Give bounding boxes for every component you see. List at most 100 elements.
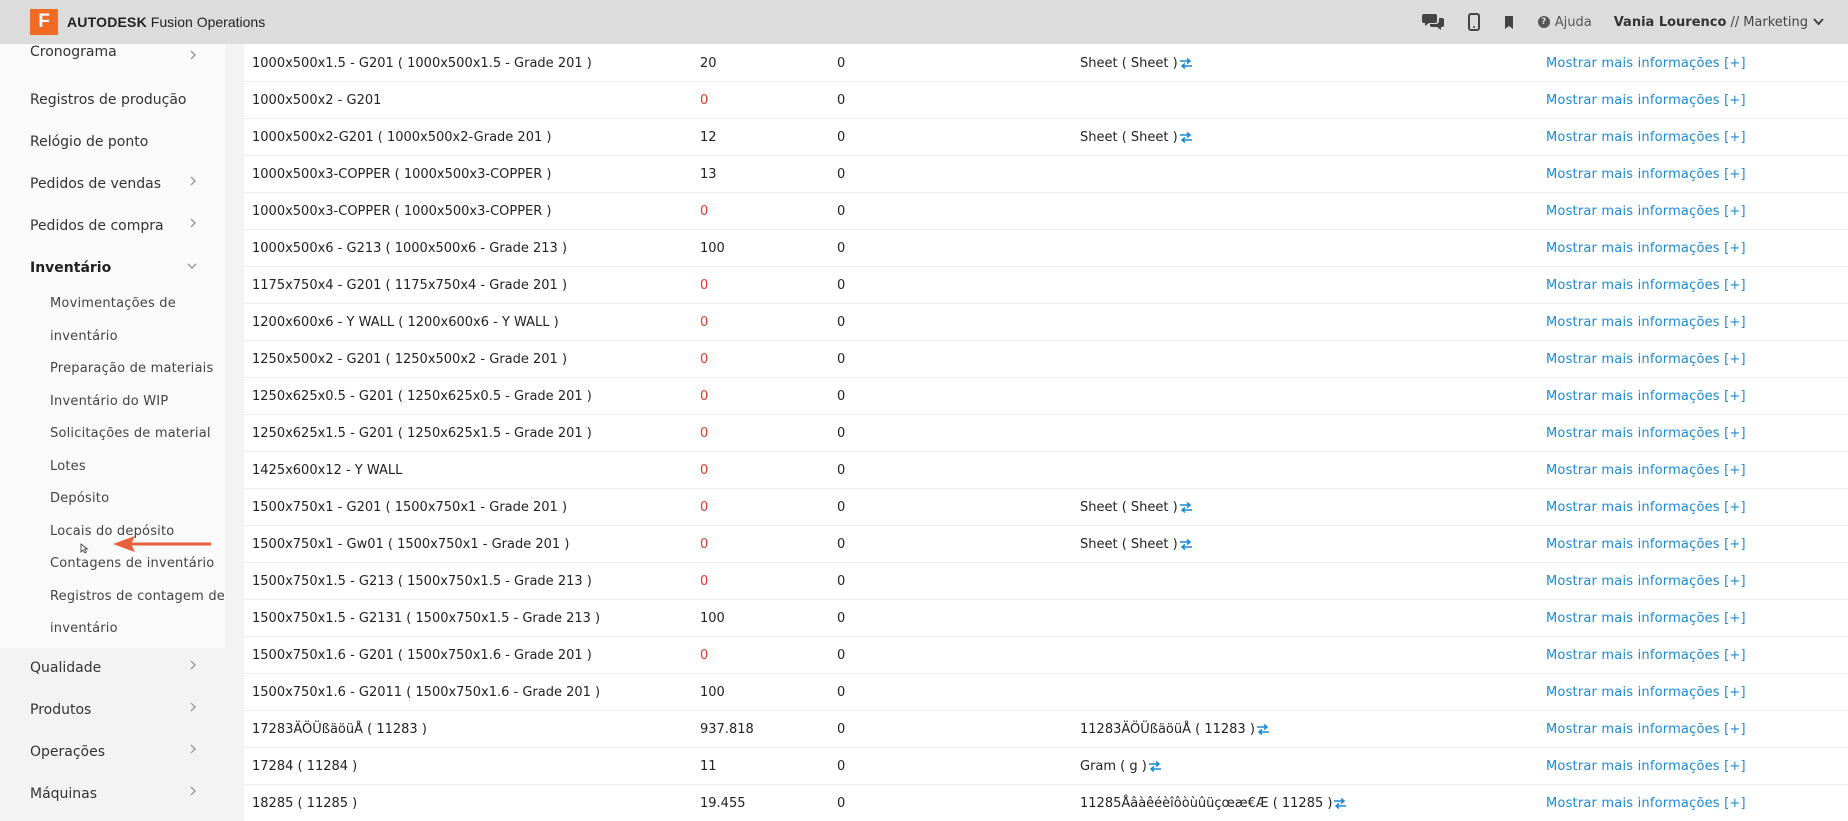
item-name: 1175x750x4 - G201 ( 1175x750x4 - Grade 2… (252, 278, 568, 293)
sidebar-item-pedidos-compra[interactable]: Pedidos de compra (0, 205, 225, 247)
unit-label: 11285Åâàêéèîôòùûüçœæ€Æ ( 11285 ) (1080, 796, 1333, 811)
sidebar-subitem-registros-contagem[interactable]: Registros de contagem de (50, 589, 225, 604)
sidebar-item-label: Produtos (30, 702, 92, 718)
table-row: 1250x625x0.5 - G201 ( 1250x625x0.5 - Gra… (244, 378, 1848, 415)
sidebar-subitem-wip[interactable]: Inventário do WIP (50, 394, 168, 409)
unit-label: Sheet ( Sheet ) (1080, 56, 1178, 71)
table-row: 1425x600x12 - Y WALL 0 0 Mostrar mais infor… (244, 452, 1848, 489)
item-name: 1500x750x1 - Gw01 ( 1500x750x1 - Grade 2… (252, 537, 570, 552)
show-more-info-link[interactable]: Mostrar mais informações [+] (1546, 674, 1746, 711)
unit-convert-icon[interactable] (1148, 761, 1162, 772)
help-link[interactable]: ? Ajuda (1537, 15, 1592, 30)
show-more-info-link[interactable]: Mostrar mais informações [+] (1546, 526, 1746, 563)
item-name: 1000x500x6 - G213 ( 1000x500x6 - Grade 2… (252, 241, 568, 256)
item-name: 1200x600x6 - Y WALL ( 1200x600x6 - Y WAL… (252, 315, 559, 330)
unit-convert-icon[interactable] (1179, 539, 1193, 550)
item-reserved: 0 (837, 130, 846, 145)
chevron-right-icon (190, 744, 196, 754)
unit-label: Gram ( g ) (1080, 759, 1147, 774)
table-row: 1000x500x2-G201 ( 1000x500x2-Grade 201 )… (244, 119, 1848, 156)
sidebar-item-inventario[interactable]: Inventário (0, 247, 225, 289)
item-name: 17284 ( 11284 ) (252, 759, 358, 774)
show-more-info-link[interactable]: Mostrar mais informações [+] (1546, 489, 1746, 526)
item-reserved: 0 (837, 685, 846, 700)
product-name: Fusion Operations (150, 14, 266, 30)
header-actions: ? Ajuda Vania Lourenco // Marketing (1421, 0, 1824, 44)
item-quantity: 0 (700, 352, 709, 367)
unit-convert-icon[interactable] (1179, 58, 1193, 69)
mouse-cursor-icon (80, 543, 89, 554)
item-reserved: 0 (837, 722, 846, 737)
sidebar-item-cronograma[interactable]: Cronograma (0, 44, 225, 72)
show-more-info-link[interactable]: Mostrar mais informações [+] (1546, 600, 1746, 637)
mobile-icon[interactable] (1467, 13, 1480, 31)
app-logo[interactable]: F AUTODESK Fusion Operations (30, 9, 265, 35)
show-more-info-link[interactable]: Mostrar mais informações [+] (1546, 452, 1746, 489)
annotation-arrow-icon (113, 536, 211, 552)
table-row: 1500x750x1.5 - G2131 ( 1500x750x1.5 - Gr… (244, 600, 1848, 637)
unit-label: Sheet ( Sheet ) (1080, 500, 1178, 515)
show-more-info-link[interactable]: Mostrar mais informações [+] (1546, 637, 1746, 674)
sidebar-item-pedidos-vendas[interactable]: Pedidos de vendas (0, 163, 225, 205)
item-name: 1000x500x2-G201 ( 1000x500x2-Grade 201 ) (252, 130, 552, 145)
sidebar-item-produtos[interactable]: Produtos (0, 689, 225, 731)
item-name: 1425x600x12 - Y WALL (252, 463, 403, 478)
show-more-info-link[interactable]: Mostrar mais informações [+] (1546, 341, 1746, 378)
sidebar-subitem-preparacao[interactable]: Preparação de materiais (50, 361, 213, 376)
table-row: 1500x750x1.6 - G2011 ( 1500x750x1.6 - Gr… (244, 674, 1848, 711)
top-bar: F AUTODESK Fusion Operations ? Ajuda Van… (0, 0, 1848, 44)
show-more-info-link[interactable]: Mostrar mais informações [+] (1546, 711, 1746, 748)
question-circle-icon: ? (1537, 16, 1550, 28)
item-reserved: 0 (837, 204, 846, 219)
item-reserved: 0 (837, 93, 846, 108)
sidebar-item-label: Qualidade (30, 660, 102, 676)
sidebar-item-operacoes[interactable]: Operações (0, 731, 225, 773)
sidebar-subitem-contagens[interactable]: Contagens de inventário (50, 556, 214, 571)
user-department: Marketing (1743, 14, 1808, 30)
table-row: 1000x500x2 - G201 0 0 Mostrar mais informaç… (244, 82, 1848, 119)
unit-convert-icon[interactable] (1179, 132, 1193, 143)
item-reserved: 0 (837, 389, 846, 404)
table-row: 17284 ( 11284 ) 11 0 Gram ( g ) Mostrar mais… (244, 748, 1848, 785)
sidebar-subitem-solicitacoes[interactable]: Solicitações de material (50, 426, 211, 441)
sidebar-subitem-movimentacoes[interactable]: Movimentações de (50, 296, 176, 311)
show-more-info-link[interactable]: Mostrar mais informações [+] (1546, 156, 1746, 193)
unit-convert-icon[interactable] (1179, 502, 1193, 513)
sidebar-subitem-lotes[interactable]: Lotes (50, 459, 86, 474)
show-more-info-link[interactable]: Mostrar mais informações [+] (1546, 45, 1746, 82)
item-quantity: 100 (700, 241, 725, 256)
sidebar-item-label: Operações (30, 744, 106, 760)
table-row: 1250x500x2 - G201 ( 1250x500x2 - Grade 2… (244, 341, 1848, 378)
sidebar-subitem-movimentacoes-cont[interactable]: inventário (50, 329, 118, 344)
show-more-info-link[interactable]: Mostrar mais informações [+] (1546, 378, 1746, 415)
sidebar-item-qualidade[interactable]: Qualidade (0, 647, 225, 689)
unit-convert-icon[interactable] (1256, 724, 1270, 735)
bookmark-icon[interactable] (1504, 15, 1514, 29)
show-more-info-link[interactable]: Mostrar mais informações [+] (1546, 230, 1746, 267)
item-name: 1500x750x1.5 - G213 ( 1500x750x1.5 - Gra… (252, 574, 592, 589)
user-menu[interactable]: Vania Lourenco // Marketing (1614, 15, 1824, 30)
show-more-info-link[interactable]: Mostrar mais informações [+] (1546, 785, 1746, 821)
sidebar-subitem-registros-contagem-cont[interactable]: inventário (50, 621, 118, 636)
chat-icon[interactable] (1421, 13, 1444, 31)
unit-convert-icon[interactable] (1333, 798, 1347, 809)
show-more-info-link[interactable]: Mostrar mais informações [+] (1546, 748, 1746, 785)
sidebar-item-relogio-ponto[interactable]: Relógio de ponto (0, 121, 225, 163)
show-more-info-link[interactable]: Mostrar mais informações [+] (1546, 304, 1746, 341)
item-quantity: 0 (700, 315, 709, 330)
sidebar-item-registros-producao[interactable]: Registros de produção (0, 79, 225, 121)
item-unit: Sheet ( Sheet ) (1080, 526, 1193, 563)
item-name: 1000x500x3-COPPER ( 1000x500x3-COPPER ) (252, 167, 552, 182)
brand-name: AUTODESK (67, 14, 147, 30)
show-more-info-link[interactable]: Mostrar mais informações [+] (1546, 193, 1746, 230)
show-more-info-link[interactable]: Mostrar mais informações [+] (1546, 119, 1746, 156)
sidebar-item-maquinas[interactable]: Máquinas (0, 773, 225, 815)
item-quantity: 0 (700, 574, 709, 589)
show-more-info-link[interactable]: Mostrar mais informações [+] (1546, 415, 1746, 452)
show-more-info-link[interactable]: Mostrar mais informações [+] (1546, 82, 1746, 119)
table-row: 1500x750x1.5 - G213 ( 1500x750x1.5 - Gra… (244, 563, 1848, 600)
show-more-info-link[interactable]: Mostrar mais informações [+] (1546, 267, 1746, 304)
show-more-info-link[interactable]: Mostrar mais informações [+] (1546, 563, 1746, 600)
item-quantity: 937.818 (700, 722, 754, 737)
sidebar-subitem-deposito[interactable]: Depósito (50, 491, 109, 506)
